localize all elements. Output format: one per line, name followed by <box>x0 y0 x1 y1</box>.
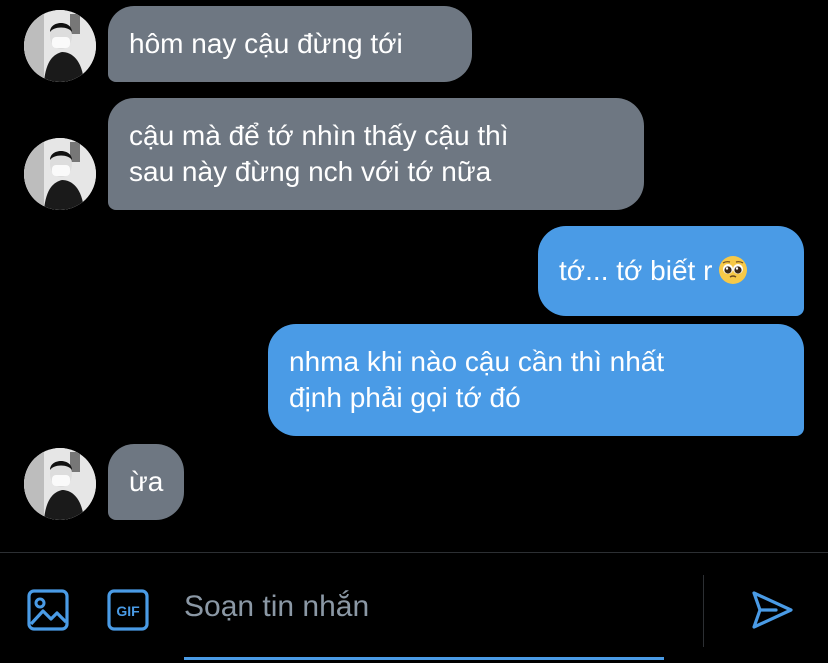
add-image-button[interactable] <box>26 588 70 632</box>
message-input[interactable]: Soạn tin nhắn <box>184 560 664 660</box>
composer-divider <box>0 552 828 553</box>
message-bubble-outgoing[interactable]: nhma khi nào cậu cần thì nhất định phải … <box>268 324 804 436</box>
contact-avatar-photo <box>24 138 96 210</box>
message-input-placeholder: Soạn tin nhắn <box>184 590 370 623</box>
gif-label: GIF <box>116 603 140 619</box>
contact-avatar-photo <box>24 10 96 82</box>
message-bubble-incoming[interactable]: hôm nay cậu đừng tới <box>108 6 472 82</box>
message-text: hôm nay cậu đừng tới <box>129 28 403 59</box>
image-icon <box>27 589 69 631</box>
send-button[interactable] <box>750 588 794 632</box>
contact-avatar[interactable] <box>24 10 96 82</box>
composer-separator <box>703 575 704 647</box>
gif-icon: GIF <box>107 589 149 631</box>
pleading-face-emoji <box>719 256 748 284</box>
message-bubble-incoming[interactable]: ừa <box>108 444 184 520</box>
message-bubble-outgoing[interactable]: tớ... tớ biết r <box>538 226 804 316</box>
message-text-line: sau này đừng nch với tớ nữa <box>129 156 492 187</box>
message-text-line: định phải gọi tớ đó <box>289 382 521 413</box>
contact-avatar[interactable] <box>24 138 96 210</box>
message-bubble-incoming[interactable]: cậu mà để tớ nhìn thấy cậu thì sau này đ… <box>108 98 644 210</box>
message-text: ừa <box>129 466 164 497</box>
message-text-line: cậu mà để tớ nhìn thấy cậu thì <box>129 120 509 151</box>
contact-avatar[interactable] <box>24 448 96 520</box>
message-text: tớ... tớ biết r <box>559 253 804 289</box>
message-text-line: nhma khi nào cậu cần thì nhất <box>289 346 665 377</box>
input-focus-underline <box>184 657 664 660</box>
add-gif-button[interactable]: GIF <box>106 588 150 632</box>
send-icon <box>752 591 793 629</box>
contact-avatar-photo <box>24 448 96 520</box>
